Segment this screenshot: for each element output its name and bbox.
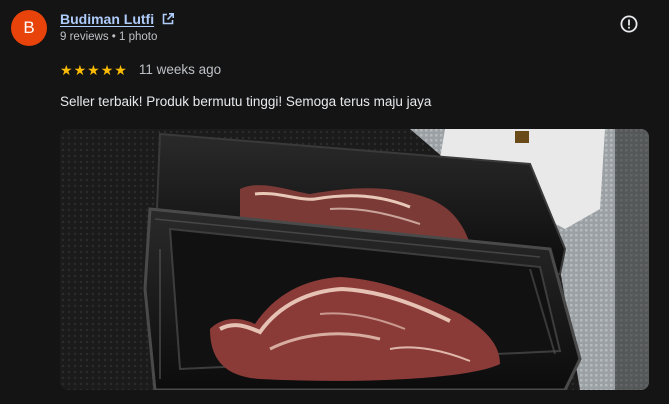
report-button[interactable] xyxy=(617,14,641,38)
rating-row: ★ ★ ★ ★ ★ 11 weeks ago xyxy=(60,62,221,77)
star-icon: ★ xyxy=(60,61,73,78)
author-row: Budiman Lutfi xyxy=(60,11,175,27)
open-in-new-icon[interactable] xyxy=(161,12,175,26)
star-icon: ★ xyxy=(114,61,127,78)
review-text: Seller terbaik! Produk bermutu tinggi! S… xyxy=(60,94,432,109)
review-photo[interactable] xyxy=(60,129,649,390)
review-date: 11 weeks ago xyxy=(138,62,222,77)
report-icon xyxy=(619,14,639,39)
author-name-link[interactable]: Budiman Lutfi xyxy=(60,11,154,27)
avatar-initial: B xyxy=(23,18,35,37)
photo-image xyxy=(60,129,649,390)
avatar[interactable]: B xyxy=(11,10,47,46)
star-icon: ★ xyxy=(87,61,100,78)
star-icon: ★ xyxy=(73,61,87,78)
review-card: B Budiman Lutfi 9 reviews • 1 photo ★ ★ ★ ★… xyxy=(0,0,669,404)
author-meta: 9 reviews • 1 photo xyxy=(60,31,158,43)
star-rating: ★ ★ ★ ★ ★ xyxy=(60,63,127,77)
star-icon: ★ xyxy=(100,61,114,78)
